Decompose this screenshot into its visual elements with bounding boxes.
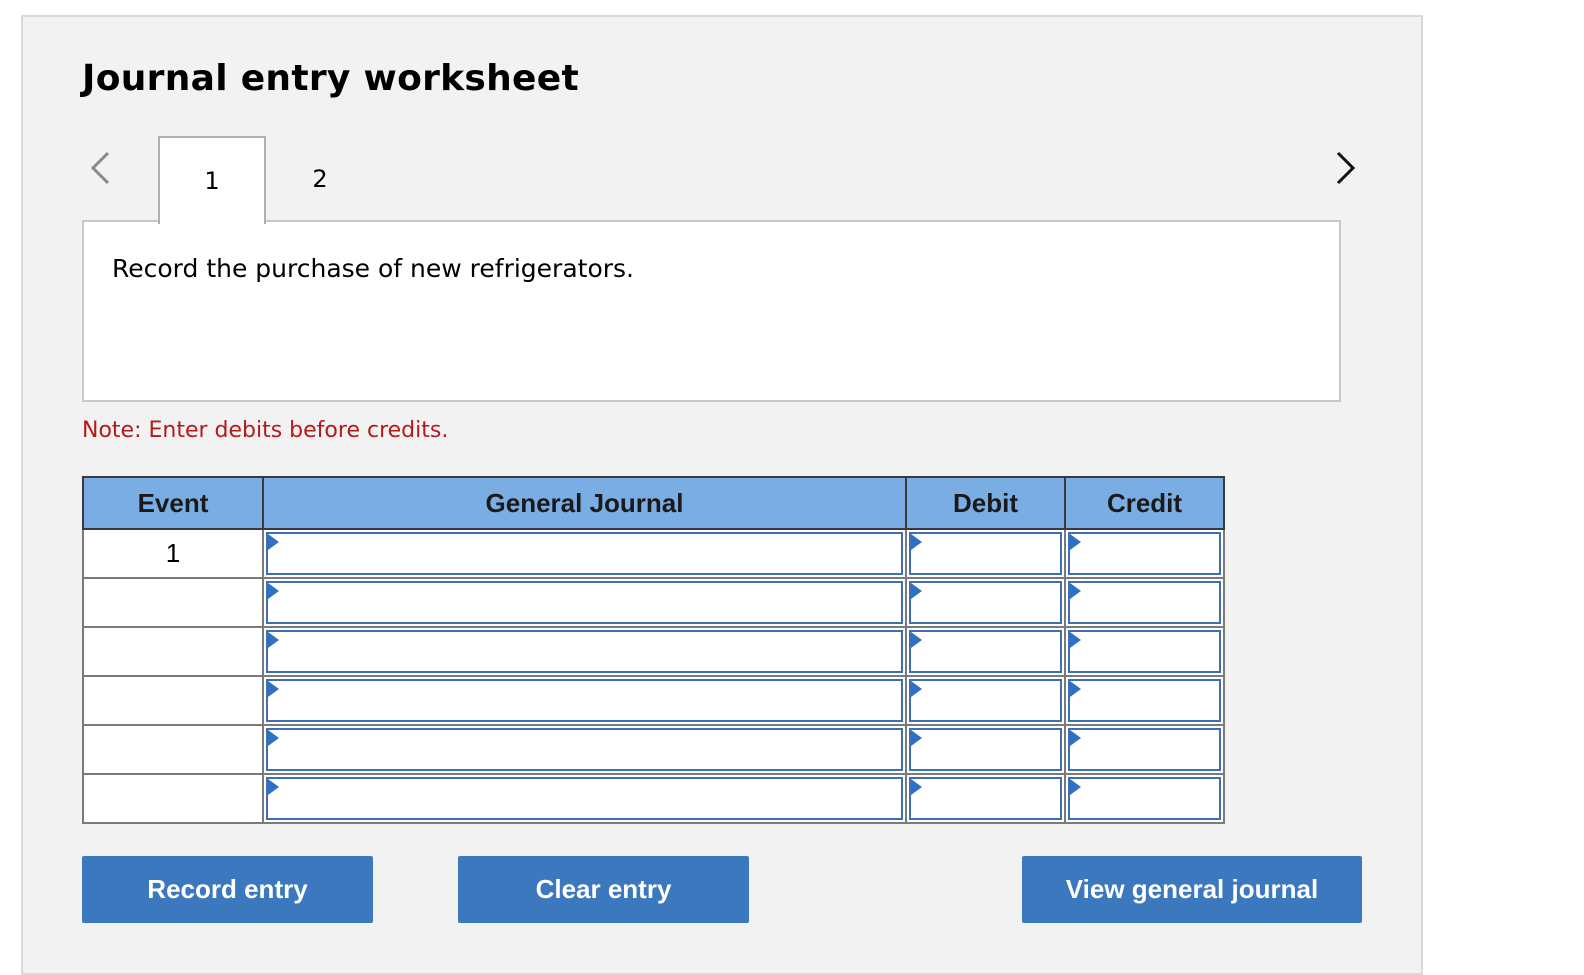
tab-2[interactable]: 2 (266, 136, 374, 222)
event-cell (82, 724, 264, 775)
debit-input[interactable] (909, 777, 1062, 820)
note-text: Note: Enter debits before credits. (82, 418, 449, 443)
table-row (82, 724, 1225, 775)
credit-cell (1064, 528, 1225, 579)
debit-cell (905, 675, 1066, 726)
chevron-left-icon[interactable] (86, 150, 116, 186)
credit-cell (1064, 626, 1225, 677)
credit-cell (1064, 724, 1225, 775)
dropdown-marker-icon (1070, 534, 1081, 550)
dropdown-marker-icon (268, 681, 279, 697)
view-general-journal-button[interactable]: View general journal (1022, 856, 1362, 923)
debit-input[interactable] (909, 581, 1062, 624)
debit-cell (905, 724, 1066, 775)
account-cell (262, 577, 907, 628)
dropdown-marker-icon (1070, 779, 1081, 795)
account-select[interactable] (266, 679, 903, 722)
event-cell (82, 675, 264, 726)
credit-input[interactable] (1068, 728, 1221, 771)
question-box: Record the purchase of new refrigerators… (82, 220, 1341, 402)
table-row: 1 (82, 528, 1225, 579)
journal-table: Event General Journal Debit Credit 1 (82, 476, 1225, 824)
credit-input[interactable] (1068, 630, 1221, 673)
dropdown-marker-icon (911, 632, 922, 648)
dropdown-marker-icon (1070, 583, 1081, 599)
credit-cell (1064, 773, 1225, 824)
account-cell (262, 773, 907, 824)
table-row (82, 773, 1225, 824)
debit-cell (905, 528, 1066, 579)
dropdown-marker-icon (268, 534, 279, 550)
dropdown-marker-icon (268, 730, 279, 746)
dropdown-marker-icon (911, 779, 922, 795)
header-general-journal: General Journal (262, 476, 907, 530)
debit-input[interactable] (909, 630, 1062, 673)
dropdown-marker-icon (268, 583, 279, 599)
debit-cell (905, 577, 1066, 628)
table-header-row: Event General Journal Debit Credit (82, 476, 1225, 530)
table-row (82, 577, 1225, 628)
record-entry-button[interactable]: Record entry (82, 856, 373, 923)
dropdown-marker-icon (1070, 632, 1081, 648)
account-cell (262, 724, 907, 775)
dropdown-marker-icon (268, 632, 279, 648)
account-cell (262, 626, 907, 677)
dropdown-marker-icon (911, 583, 922, 599)
account-select[interactable] (266, 630, 903, 673)
dropdown-marker-icon (911, 534, 922, 550)
question-text: Record the purchase of new refrigerators… (112, 254, 634, 283)
table-row (82, 626, 1225, 677)
dropdown-marker-icon (911, 730, 922, 746)
debit-input[interactable] (909, 532, 1062, 575)
table-row (82, 675, 1225, 726)
header-event: Event (82, 476, 264, 530)
account-select[interactable] (266, 777, 903, 820)
credit-input[interactable] (1068, 581, 1221, 624)
dropdown-marker-icon (911, 681, 922, 697)
event-cell: 1 (82, 528, 264, 579)
debit-input[interactable] (909, 728, 1062, 771)
account-cell (262, 528, 907, 579)
event-cell (82, 773, 264, 824)
header-debit: Debit (905, 476, 1066, 530)
clear-entry-button[interactable]: Clear entry (458, 856, 749, 923)
dropdown-marker-icon (268, 779, 279, 795)
debit-input[interactable] (909, 679, 1062, 722)
credit-cell (1064, 675, 1225, 726)
tab-1[interactable]: 1 (158, 136, 266, 224)
dropdown-marker-icon (1070, 681, 1081, 697)
account-select[interactable] (266, 728, 903, 771)
header-credit: Credit (1064, 476, 1225, 530)
account-select[interactable] (266, 581, 903, 624)
credit-input[interactable] (1068, 532, 1221, 575)
account-select[interactable] (266, 532, 903, 575)
debit-cell (905, 773, 1066, 824)
credit-input[interactable] (1068, 777, 1221, 820)
account-cell (262, 675, 907, 726)
dropdown-marker-icon (1070, 730, 1081, 746)
credit-cell (1064, 577, 1225, 628)
event-cell (82, 626, 264, 677)
chevron-right-icon[interactable] (1330, 150, 1360, 186)
event-cell (82, 577, 264, 628)
debit-cell (905, 626, 1066, 677)
credit-input[interactable] (1068, 679, 1221, 722)
worksheet-title: Journal entry worksheet (82, 58, 579, 99)
